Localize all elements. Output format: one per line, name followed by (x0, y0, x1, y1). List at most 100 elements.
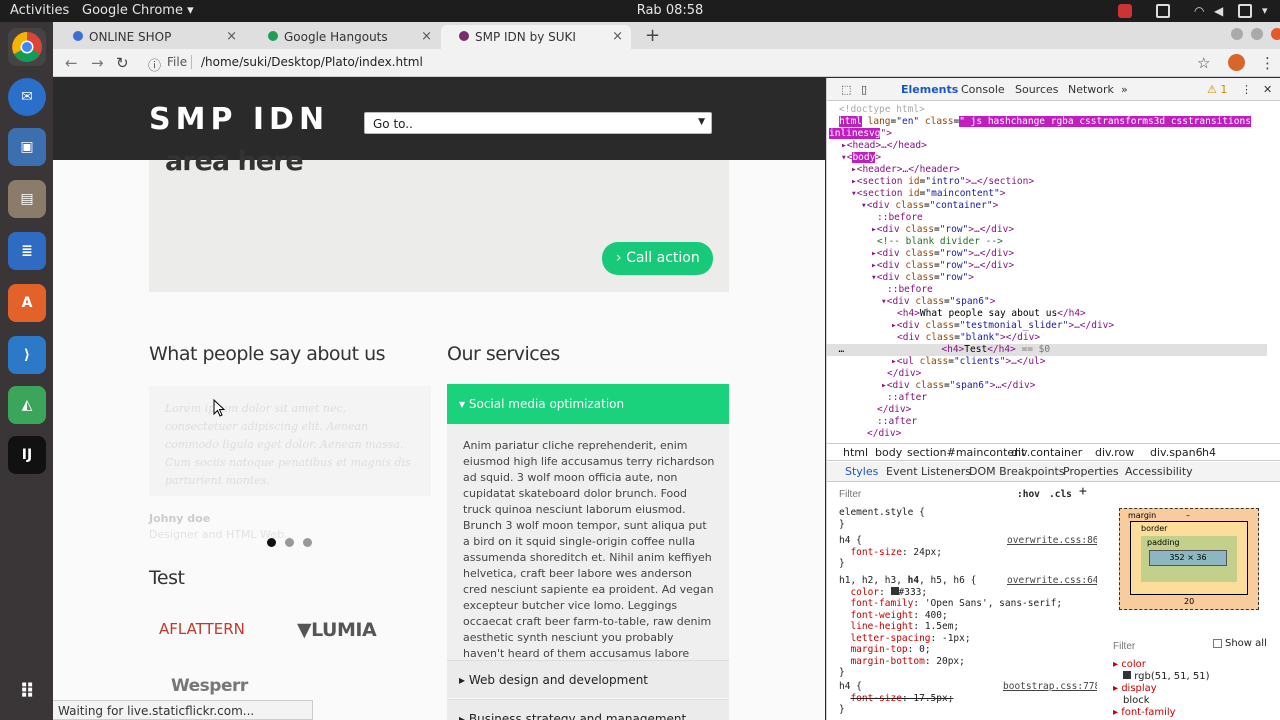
breadcrumb-h4[interactable]: h4 (1202, 446, 1216, 459)
dom-node[interactable]: <div class="blank"></div> (897, 332, 1040, 344)
dom-node[interactable]: ▸<div class="span6">…</div> (881, 380, 1035, 392)
accordion-header-web-design[interactable]: ▸ Web design and development (447, 660, 729, 698)
back-icon[interactable]: ← (65, 54, 78, 72)
computed-prop[interactable]: ▸ color (1113, 659, 1146, 670)
minimize-window-icon[interactable] (1231, 28, 1243, 40)
slider-dot[interactable] (303, 538, 312, 547)
breadcrumb-section[interactable]: section#maincontent (907, 446, 1025, 459)
css-rule[interactable]: h4 { font-size: 24px; } (839, 535, 942, 570)
slider-dot[interactable] (267, 538, 276, 547)
tab-sources[interactable]: Sources (1015, 83, 1059, 96)
app-menu[interactable]: Google Chrome ▾ (82, 3, 194, 18)
styles-filter-input[interactable] (839, 486, 999, 502)
bookmark-star-icon[interactable]: ☆ (1197, 54, 1210, 72)
tab-google-hangouts[interactable]: Google Hangouts × (250, 25, 440, 49)
warnings-badge[interactable]: ⚠ 1 (1207, 83, 1227, 96)
dom-node-selected[interactable]: … <h4>Test</h4> == $0 (827, 344, 1267, 356)
computed-prop[interactable]: ▸ display (1113, 683, 1157, 694)
tab-online-shop[interactable]: ONLINE SHOP × (55, 25, 245, 49)
menu-kebab-icon[interactable]: ⋮ (1260, 54, 1275, 72)
client-logo-aflattern[interactable]: AFLATTERN (159, 620, 245, 638)
intellij-icon[interactable]: IJ (8, 436, 46, 474)
dom-node[interactable]: ▾<div class="container"> (861, 200, 998, 212)
source-link[interactable]: overwrite.css:86 (1007, 535, 1097, 547)
close-tab-icon[interactable]: × (612, 29, 623, 44)
accordion-header-social-media[interactable]: ▾ Social media optimization (447, 384, 729, 424)
dom-node[interactable]: ▸<ul class="clients">…</ul> (891, 356, 1045, 368)
dom-node[interactable]: ▸<div class="row">…</div> (871, 248, 1014, 260)
info-icon[interactable]: ⓘ (148, 55, 161, 74)
hov-toggle[interactable]: :hov (1017, 489, 1040, 501)
dom-node[interactable]: ▸<div class="row">…</div> (871, 224, 1014, 236)
clock[interactable]: Rab 08:58 (610, 3, 730, 18)
battery-icon[interactable] (1238, 4, 1252, 18)
show-apps-icon[interactable]: ⠿ (8, 672, 46, 710)
call-action-button[interactable]: › Call action (602, 242, 713, 275)
writer-icon[interactable]: ≣ (8, 232, 46, 270)
slider-dot[interactable] (285, 538, 294, 547)
activities-button[interactable]: Activities (10, 3, 69, 18)
dom-node[interactable]: html lang="en" class=" js hashchange rgb… (839, 116, 1251, 128)
dom-node[interactable]: ▾<div class="row"> (871, 272, 974, 284)
thunderbird-icon[interactable]: ✉ (8, 78, 46, 116)
css-rule[interactable]: h4 { font-size: 17.5px; } (839, 681, 953, 716)
camera-icon[interactable] (1118, 4, 1132, 18)
wifi-icon[interactable]: ◠ (1194, 4, 1208, 18)
cls-toggle[interactable]: .cls (1049, 489, 1072, 501)
devtools-menu-icon[interactable]: ⋮ (1241, 83, 1252, 96)
new-tab-button[interactable]: + (645, 25, 660, 46)
dom-tree[interactable]: <!doctype html> html lang="en" class=" j… (827, 102, 1267, 442)
volume-icon[interactable]: ◀ (1214, 4, 1228, 18)
show-all-checkbox[interactable] (1213, 639, 1222, 648)
dom-node[interactable]: <h4>What people say about us</h4> (897, 308, 1086, 320)
power-menu-icon[interactable]: ▾ (1262, 4, 1276, 18)
client-logo-wesperr[interactable]: Wesperr (171, 676, 248, 696)
breadcrumb-row[interactable]: div.row (1095, 446, 1134, 459)
more-tabs-icon[interactable]: » (1121, 83, 1128, 96)
css-rule[interactable]: h1, h2, h3, h4, h5, h6 { color: #333; fo… (839, 575, 1062, 679)
tab-accessibility[interactable]: Accessibility (1125, 465, 1193, 478)
breadcrumb-html[interactable]: html (843, 446, 868, 459)
device-toolbar-icon[interactable]: ▯ (861, 83, 867, 96)
dom-node[interactable]: ▾<section id="maincontent"> (851, 188, 1005, 200)
goto-select[interactable]: Go to.. ▼ (364, 112, 712, 134)
dom-node[interactable]: ::after (887, 392, 927, 404)
tab-console[interactable]: Console (961, 83, 1005, 96)
tab-smp-idn[interactable]: SMP IDN by SUKI × (441, 25, 631, 49)
android-studio-icon[interactable]: ◭ (8, 386, 46, 424)
dom-node[interactable]: ::before (887, 284, 933, 296)
dom-node[interactable]: inlinesvg"> (829, 128, 892, 140)
tab-properties[interactable]: Properties (1063, 465, 1119, 478)
close-tab-icon[interactable]: × (421, 29, 432, 44)
close-devtools-icon[interactable]: ✕ (1263, 83, 1272, 96)
dom-node[interactable]: ▸<section id="intro">…</section> (851, 176, 1034, 188)
close-tab-icon[interactable]: × (226, 29, 237, 44)
tab-dom-breakpoints[interactable]: DOM Breakpoints (969, 465, 1065, 478)
dom-node[interactable]: </div> (887, 368, 921, 380)
forward-icon[interactable]: → (91, 54, 104, 72)
client-logo-lumia[interactable]: ▼LUMIA (297, 619, 377, 641)
source-link[interactable]: bootstrap.css:778 (1003, 681, 1097, 693)
vscode-icon[interactable]: ⟩ (8, 336, 46, 374)
chrome-icon[interactable] (8, 28, 46, 66)
computed-filter-input[interactable] (1113, 638, 1203, 654)
add-rule-icon[interactable]: + (1079, 485, 1087, 497)
testimonial-slider[interactable]: Lorem ipsum dolor sit amet nec, consecte… (149, 386, 431, 496)
dom-node[interactable]: </div> (877, 404, 911, 416)
close-window-icon[interactable] (1271, 28, 1280, 40)
maximize-window-icon[interactable] (1251, 28, 1263, 40)
profile-avatar[interactable] (1228, 54, 1245, 71)
box-model-diagram[interactable]: margin – border padding 352 × 36 20 (1119, 508, 1259, 610)
tab-network[interactable]: Network (1068, 83, 1114, 96)
site-logo[interactable]: SMP IDN (149, 102, 329, 137)
css-rule[interactable]: element.style { } (839, 507, 925, 530)
dom-node[interactable]: <!-- blank divider --> (877, 236, 1003, 248)
dom-node[interactable]: ::after (877, 416, 917, 428)
breadcrumb-container[interactable]: div.container (1011, 446, 1082, 459)
tab-event-listeners[interactable]: Event Listeners (886, 465, 971, 478)
breadcrumb-body[interactable]: body (875, 446, 902, 459)
tab-styles[interactable]: Styles (845, 465, 878, 478)
virtualbox-icon[interactable]: ▣ (8, 128, 46, 166)
dom-node[interactable]: ▾<body> (841, 152, 881, 164)
dom-node[interactable]: ▾<div class="span6"> (881, 296, 995, 308)
